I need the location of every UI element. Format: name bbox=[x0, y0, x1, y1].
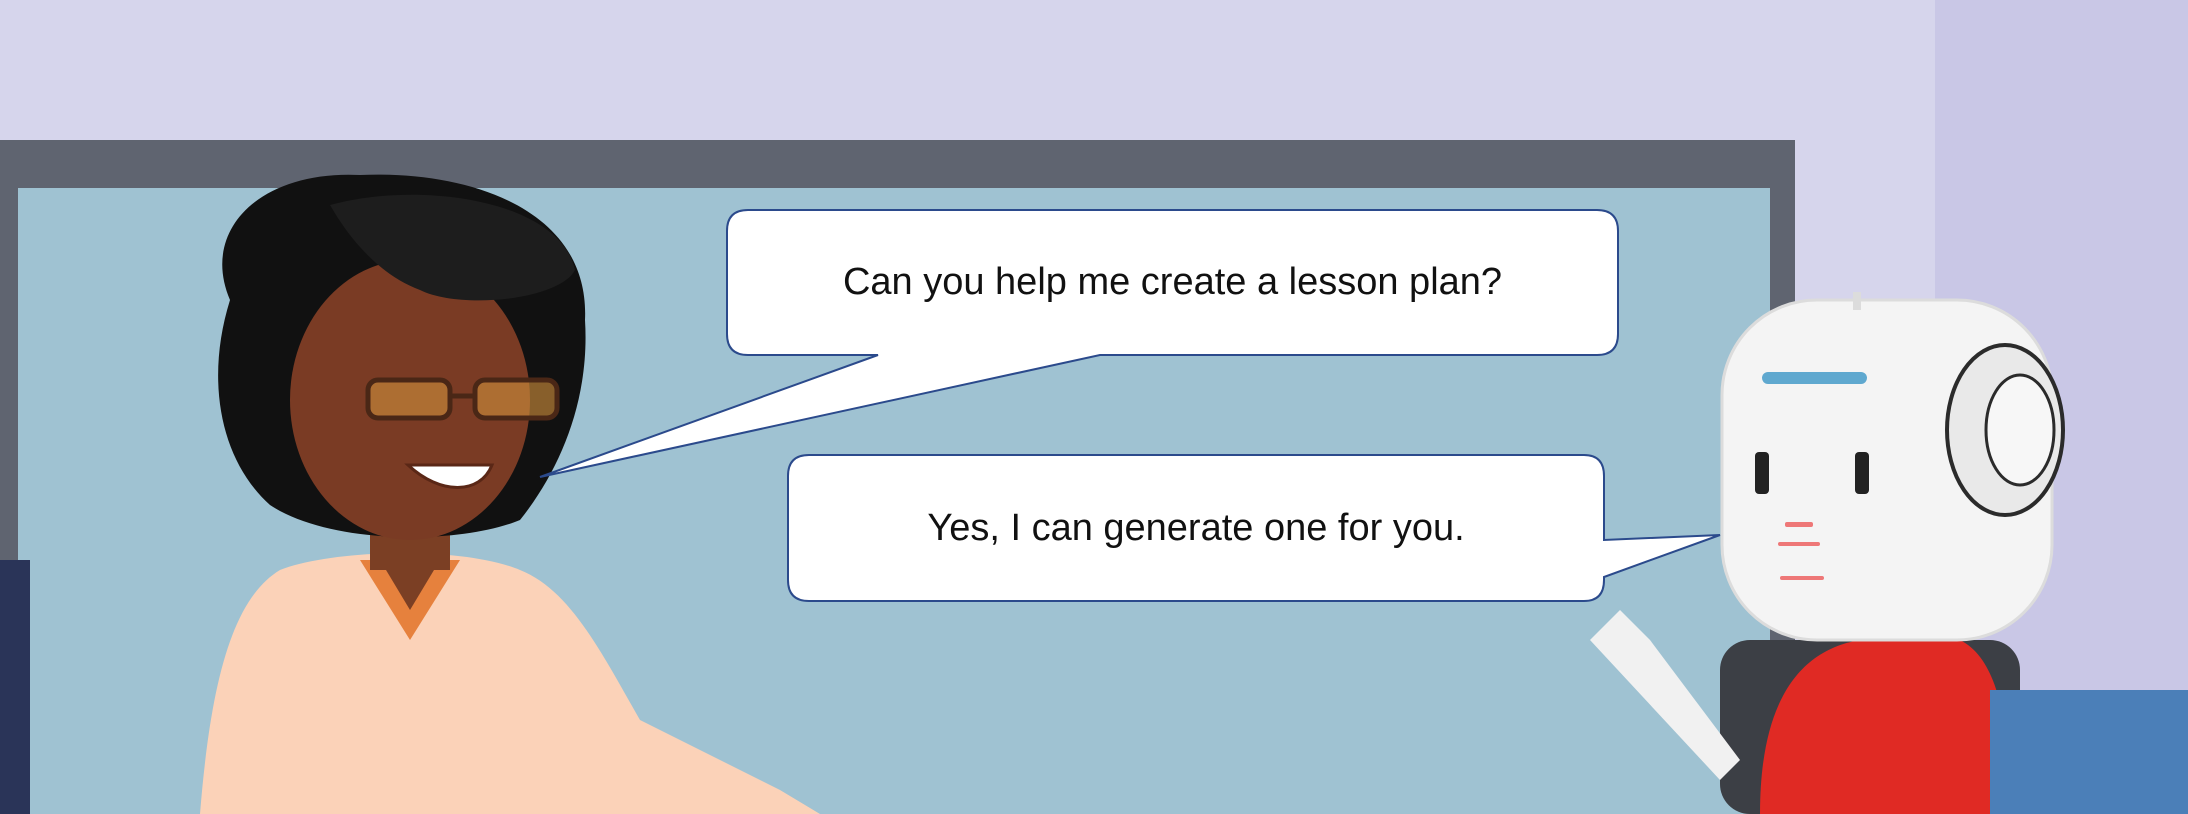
human-line: Can you help me create a lesson plan? bbox=[842, 261, 1503, 303]
chair-edge bbox=[0, 560, 30, 814]
classroom-scene bbox=[0, 0, 2188, 814]
robot-line: Yes, I can generate one for you. bbox=[927, 506, 1465, 549]
